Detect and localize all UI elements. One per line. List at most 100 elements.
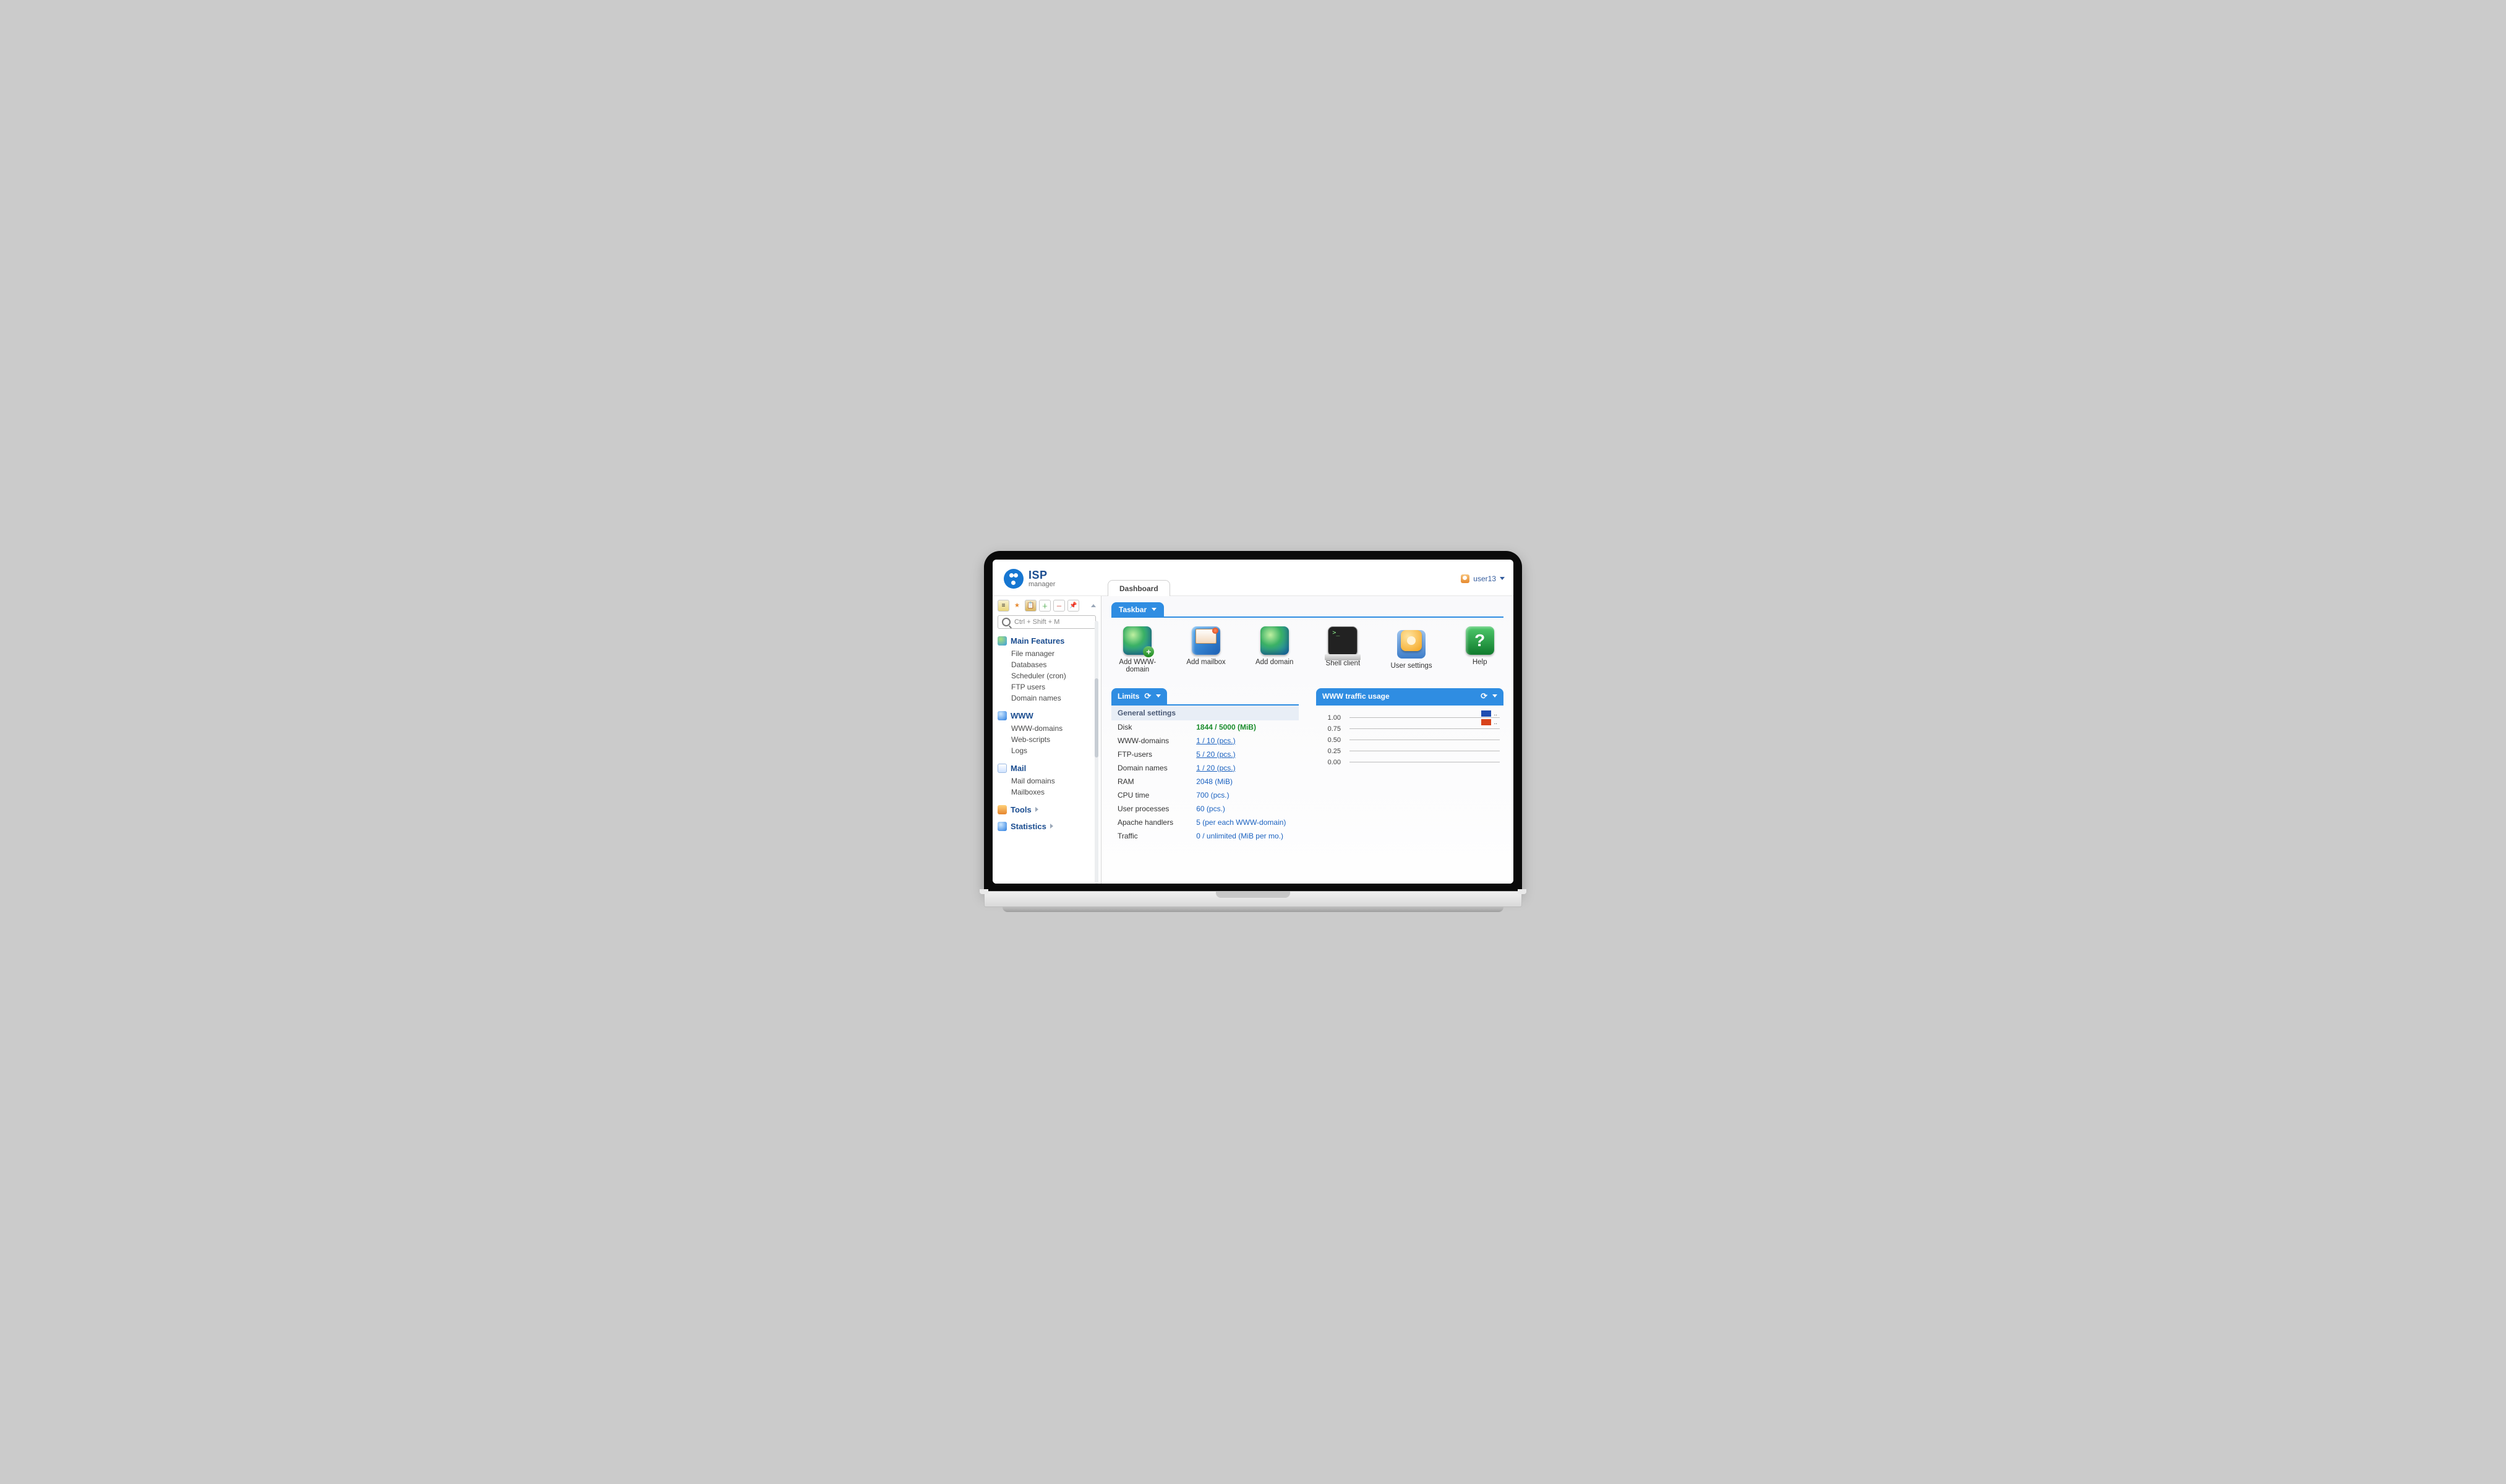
quick-add-www-domain[interactable]: Add WWW-domain [1114,626,1161,673]
limits-key: Apache handlers [1111,816,1190,829]
nav-item-mailboxes[interactable]: Mailboxes [1011,787,1096,798]
limits-panel: Limits ⟳ General settings Disk1844 / 500… [1111,688,1299,843]
limits-header[interactable]: Limits ⟳ [1111,688,1167,704]
nav-group-tools: Tools [998,805,1096,814]
traffic-header[interactable]: WWW traffic usage ⟳ [1316,688,1503,704]
nav-title-tools[interactable]: Tools [998,805,1096,814]
chevron-up-icon[interactable] [1091,604,1096,607]
quick-shell-client[interactable]: Shell client [1319,626,1367,673]
nav-item-mail-domains[interactable]: Mail domains [1011,775,1096,787]
nav-group-statistics: Statistics [998,822,1096,831]
pin-icon[interactable]: 📌 [1067,600,1079,612]
nav-item-domain-names[interactable]: Domain names [1011,693,1096,704]
limits-value[interactable]: 5 / 20 (pcs.) [1190,748,1299,761]
terminal-icon [1328,626,1358,656]
limits-row: FTP-users5 / 20 (pcs.) [1111,748,1299,761]
limits-key: Disk [1111,720,1190,734]
chevron-down-icon [1152,608,1157,611]
limits-row: Traffic0 / unlimited (MiB per mo.) [1111,829,1299,843]
collapse-icon[interactable]: － [1053,600,1065,612]
world-icon [1260,626,1289,655]
nav-item-logs[interactable]: Logs [1011,745,1096,756]
world-plus-icon [1123,626,1152,655]
limits-value: 0 / unlimited (MiB per mo.) [1190,829,1299,843]
tree-icon[interactable]: ≡ [998,600,1009,612]
www-icon [998,711,1007,720]
tab-strip: Dashboard [993,576,1513,596]
sidebar-nav: Main Features File manager Databases Sch… [998,636,1096,831]
limits-key: CPU time [1111,788,1190,802]
legend-item: .. [1481,719,1497,726]
stats-icon [998,822,1007,831]
limits-key: WWW-domains [1111,734,1190,748]
chevron-right-icon [1050,824,1053,829]
limits-row: Apache handlers5 (per each WWW-domain) [1111,816,1299,829]
quick-user-settings[interactable]: User settings [1388,626,1435,673]
limits-row: RAM2048 (MiB) [1111,775,1299,788]
nav-item-file-manager[interactable]: File manager [1011,648,1096,659]
sidebar-scrollbar[interactable] [1095,621,1098,884]
expand-icon[interactable]: ＋ [1039,600,1051,612]
clipboard-icon[interactable]: 📋 [1025,600,1037,612]
limits-value[interactable]: 1 / 20 (pcs.) [1190,761,1299,775]
limits-value: 5 (per each WWW-domain) [1190,816,1299,829]
limits-value: 700 (pcs.) [1190,788,1299,802]
legend-swatch-icon [1481,719,1491,725]
limits-value: 60 (pcs.) [1190,802,1299,816]
quick-help[interactable]: Help [1456,626,1503,673]
tools-icon [998,805,1007,814]
nav-item-ftp-users[interactable]: FTP users [1011,681,1096,693]
nav-title-mail[interactable]: Mail [998,764,1096,773]
traffic-panel: WWW traffic usage ⟳ .. [1316,688,1503,843]
tab-dashboard[interactable]: Dashboard [1108,580,1170,596]
limits-row: User processes60 (pcs.) [1111,802,1299,816]
taskbar-quick-actions: Add WWW-domain Add mailbox Add domain Sh… [1111,626,1503,673]
limits-key: FTP-users [1111,748,1190,761]
limits-subheader: General settings [1111,706,1299,720]
traffic-chart: .. .. 1.00 0.75 0.50 0.25 [1316,706,1503,766]
nav-group-www: WWW WWW-domains Web-scripts Logs [998,711,1096,756]
sidebar-search[interactable]: Ctrl + Shift + M [998,615,1096,629]
limits-row: Disk1844 / 5000 (MiB) [1111,720,1299,734]
nav-item-web-scripts[interactable]: Web-scripts [1011,734,1096,745]
chevron-down-icon [1492,694,1497,697]
app-root: ISP manager user13 Dashboard ≡ ★ [993,560,1513,884]
limits-value: 2048 (MiB) [1190,775,1299,788]
nav-title-statistics[interactable]: Statistics [998,822,1096,831]
limits-key: RAM [1111,775,1190,788]
sidebar: ≡ ★ 📋 ＋ － 📌 Ctrl + Shift + M [993,596,1101,884]
nav-title-www[interactable]: WWW [998,711,1096,720]
search-icon [1002,618,1011,626]
help-icon [1466,626,1494,655]
quick-add-domain[interactable]: Add domain [1251,626,1298,673]
limits-key: User processes [1111,802,1190,816]
chevron-down-icon [1156,694,1161,697]
limits-row: CPU time700 (pcs.) [1111,788,1299,802]
limits-row: Domain names1 / 20 (pcs.) [1111,761,1299,775]
legend-item: .. [1481,710,1497,717]
globe-icon [998,636,1007,646]
taskbar-header[interactable]: Taskbar [1111,602,1164,617]
nav-item-www-domains[interactable]: WWW-domains [1011,723,1096,734]
limits-row: WWW-domains1 / 10 (pcs.) [1111,734,1299,748]
limits-key: Traffic [1111,829,1190,843]
main-panel: Taskbar Add WWW-domain Add mailbox [1101,596,1513,884]
refresh-icon[interactable]: ⟳ [1144,691,1151,701]
mailbox-icon [1192,626,1220,655]
nav-group-mail: Mail Mail domains Mailboxes [998,764,1096,798]
quick-add-mailbox[interactable]: Add mailbox [1182,626,1230,673]
limits-table: Disk1844 / 5000 (MiB)WWW-domains1 / 10 (… [1111,720,1299,843]
traffic-legend: .. .. [1481,710,1497,728]
favorite-icon[interactable]: ★ [1012,600,1022,611]
limits-value[interactable]: 1 / 10 (pcs.) [1190,734,1299,748]
limits-value: 1844 / 5000 (MiB) [1190,720,1299,734]
nav-item-scheduler[interactable]: Scheduler (cron) [1011,670,1096,681]
limits-key: Domain names [1111,761,1190,775]
settings-icon [1397,630,1426,659]
refresh-icon[interactable]: ⟳ [1481,691,1487,701]
sidebar-toolbar: ≡ ★ 📋 ＋ － 📌 [998,600,1096,612]
legend-swatch-icon [1481,710,1491,717]
nav-title-main[interactable]: Main Features [998,636,1096,646]
chevron-right-icon [1035,807,1038,812]
nav-item-databases[interactable]: Databases [1011,659,1096,670]
